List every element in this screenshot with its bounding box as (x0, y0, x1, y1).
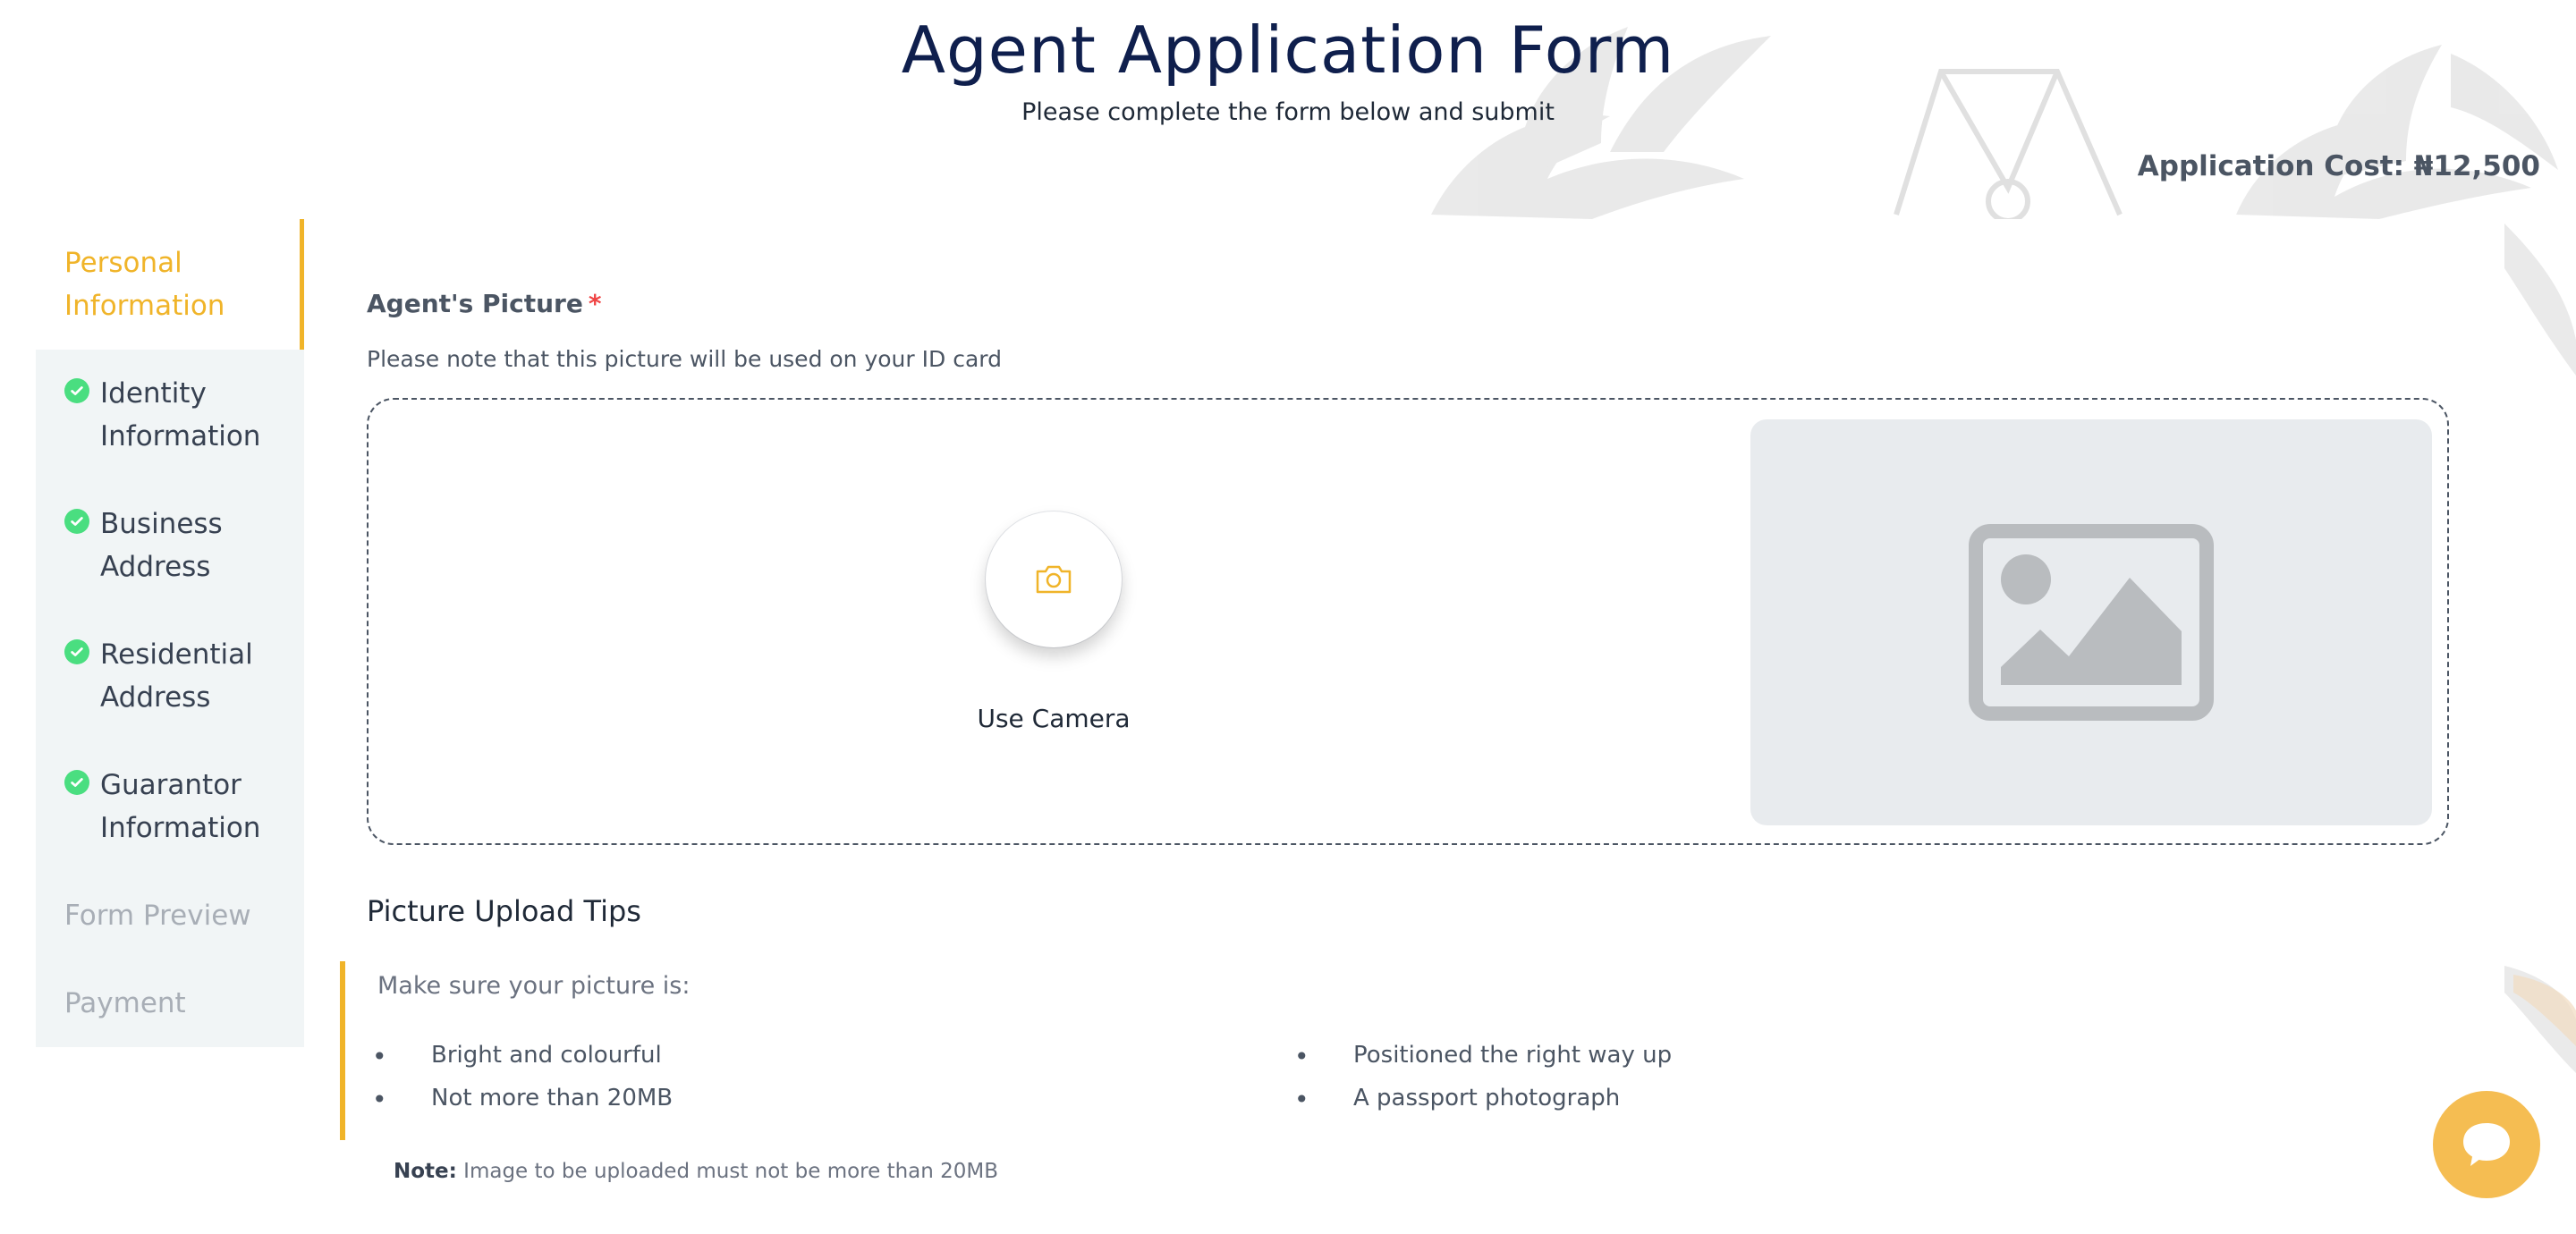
check-circle-icon (64, 770, 89, 795)
application-cost: Application Cost: ₦12,500 (2137, 150, 2540, 182)
chat-button[interactable] (2433, 1091, 2540, 1198)
page-subtitle: Please complete the form below and submi… (1021, 98, 1555, 126)
camera-icon (1036, 565, 1072, 594)
sidebar-item-label: Identity Information (100, 377, 261, 452)
sidebar-item-form-preview[interactable]: Form Preview (36, 872, 304, 959)
upload-note: Note: Image to be uploaded must not be m… (394, 1160, 998, 1183)
picture-preview (1750, 419, 2432, 825)
agent-picture-hint: Please note that this picture will be us… (367, 346, 1002, 372)
picture-upload-area[interactable]: Use Camera (367, 398, 2449, 845)
page-title: Agent Application Form (901, 13, 1675, 88)
form-content: Agent's Picture * Please note that this p… (304, 219, 2504, 1234)
check-circle-icon (64, 639, 89, 664)
sidebar-item-residential-address[interactable]: Residential Address (36, 611, 304, 741)
sidebar-item-label: Guarantor Information (100, 769, 261, 844)
use-camera-button[interactable] (986, 511, 1122, 647)
sidebar-item-label: Form Preview (64, 900, 251, 932)
use-camera-label[interactable]: Use Camera (941, 704, 1166, 733)
tips-lead: Make sure your picture is: (377, 972, 691, 1000)
sidebar-item-guarantor-information[interactable]: Guarantor Information (36, 741, 304, 872)
sidebar-item-personal-information[interactable]: Personal Information (36, 219, 304, 350)
check-circle-icon (64, 509, 89, 534)
chat-bubble-icon (2463, 1123, 2510, 1166)
tip-item: Bright and colourful (372, 1042, 662, 1071)
sidebar-item-label: Personal Information (64, 247, 225, 322)
sidebar-item-payment[interactable]: Payment (36, 959, 304, 1047)
sidebar-item-label: Business Address (100, 508, 223, 583)
tip-item: Not more than 20MB (372, 1085, 673, 1114)
tip-item: Positioned the right way up (1294, 1042, 1672, 1071)
tip-item: A passport photograph (1294, 1085, 1620, 1114)
agent-picture-label: Agent's Picture * (367, 289, 602, 318)
required-marker: * (588, 289, 602, 318)
image-placeholder-icon (1969, 524, 2214, 721)
tips-title: Picture Upload Tips (367, 894, 641, 928)
check-circle-icon (64, 378, 89, 403)
sidebar-item-label: Residential Address (100, 638, 253, 714)
agent-picture-label-text: Agent's Picture (367, 289, 583, 318)
form-steps-sidebar: Personal Information Identity Informatio… (36, 219, 304, 1047)
note-text: Image to be uploaded must not be more th… (463, 1160, 999, 1183)
sidebar-item-label: Payment (64, 987, 186, 1019)
sidebar-item-identity-information[interactable]: Identity Information (36, 350, 304, 480)
note-label: Note: (394, 1160, 457, 1183)
page-header: Agent Application Form Please complete t… (0, 0, 2576, 219)
sidebar-item-business-address[interactable]: Business Address (36, 480, 304, 611)
tips-box: Make sure your picture is: Bright and co… (340, 961, 2487, 1140)
